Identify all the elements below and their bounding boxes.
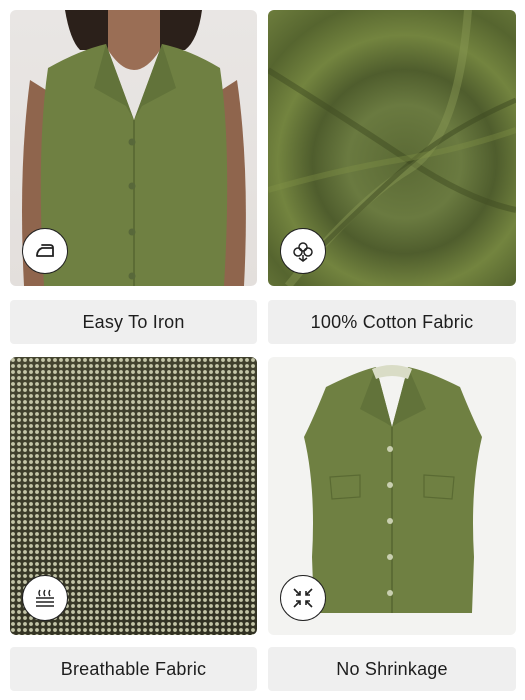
feature-label-cotton: 100% Cotton Fabric bbox=[268, 300, 516, 344]
feature-label-breathable: Breathable Fabric bbox=[10, 647, 257, 691]
no-shrinkage-icon bbox=[280, 575, 326, 621]
breathable-icon bbox=[22, 575, 68, 621]
feature-label-shrinkage: No Shrinkage bbox=[268, 647, 516, 691]
feature-label-iron: Easy To Iron bbox=[10, 300, 257, 344]
iron-icon bbox=[22, 228, 68, 274]
cotton-icon bbox=[280, 228, 326, 274]
